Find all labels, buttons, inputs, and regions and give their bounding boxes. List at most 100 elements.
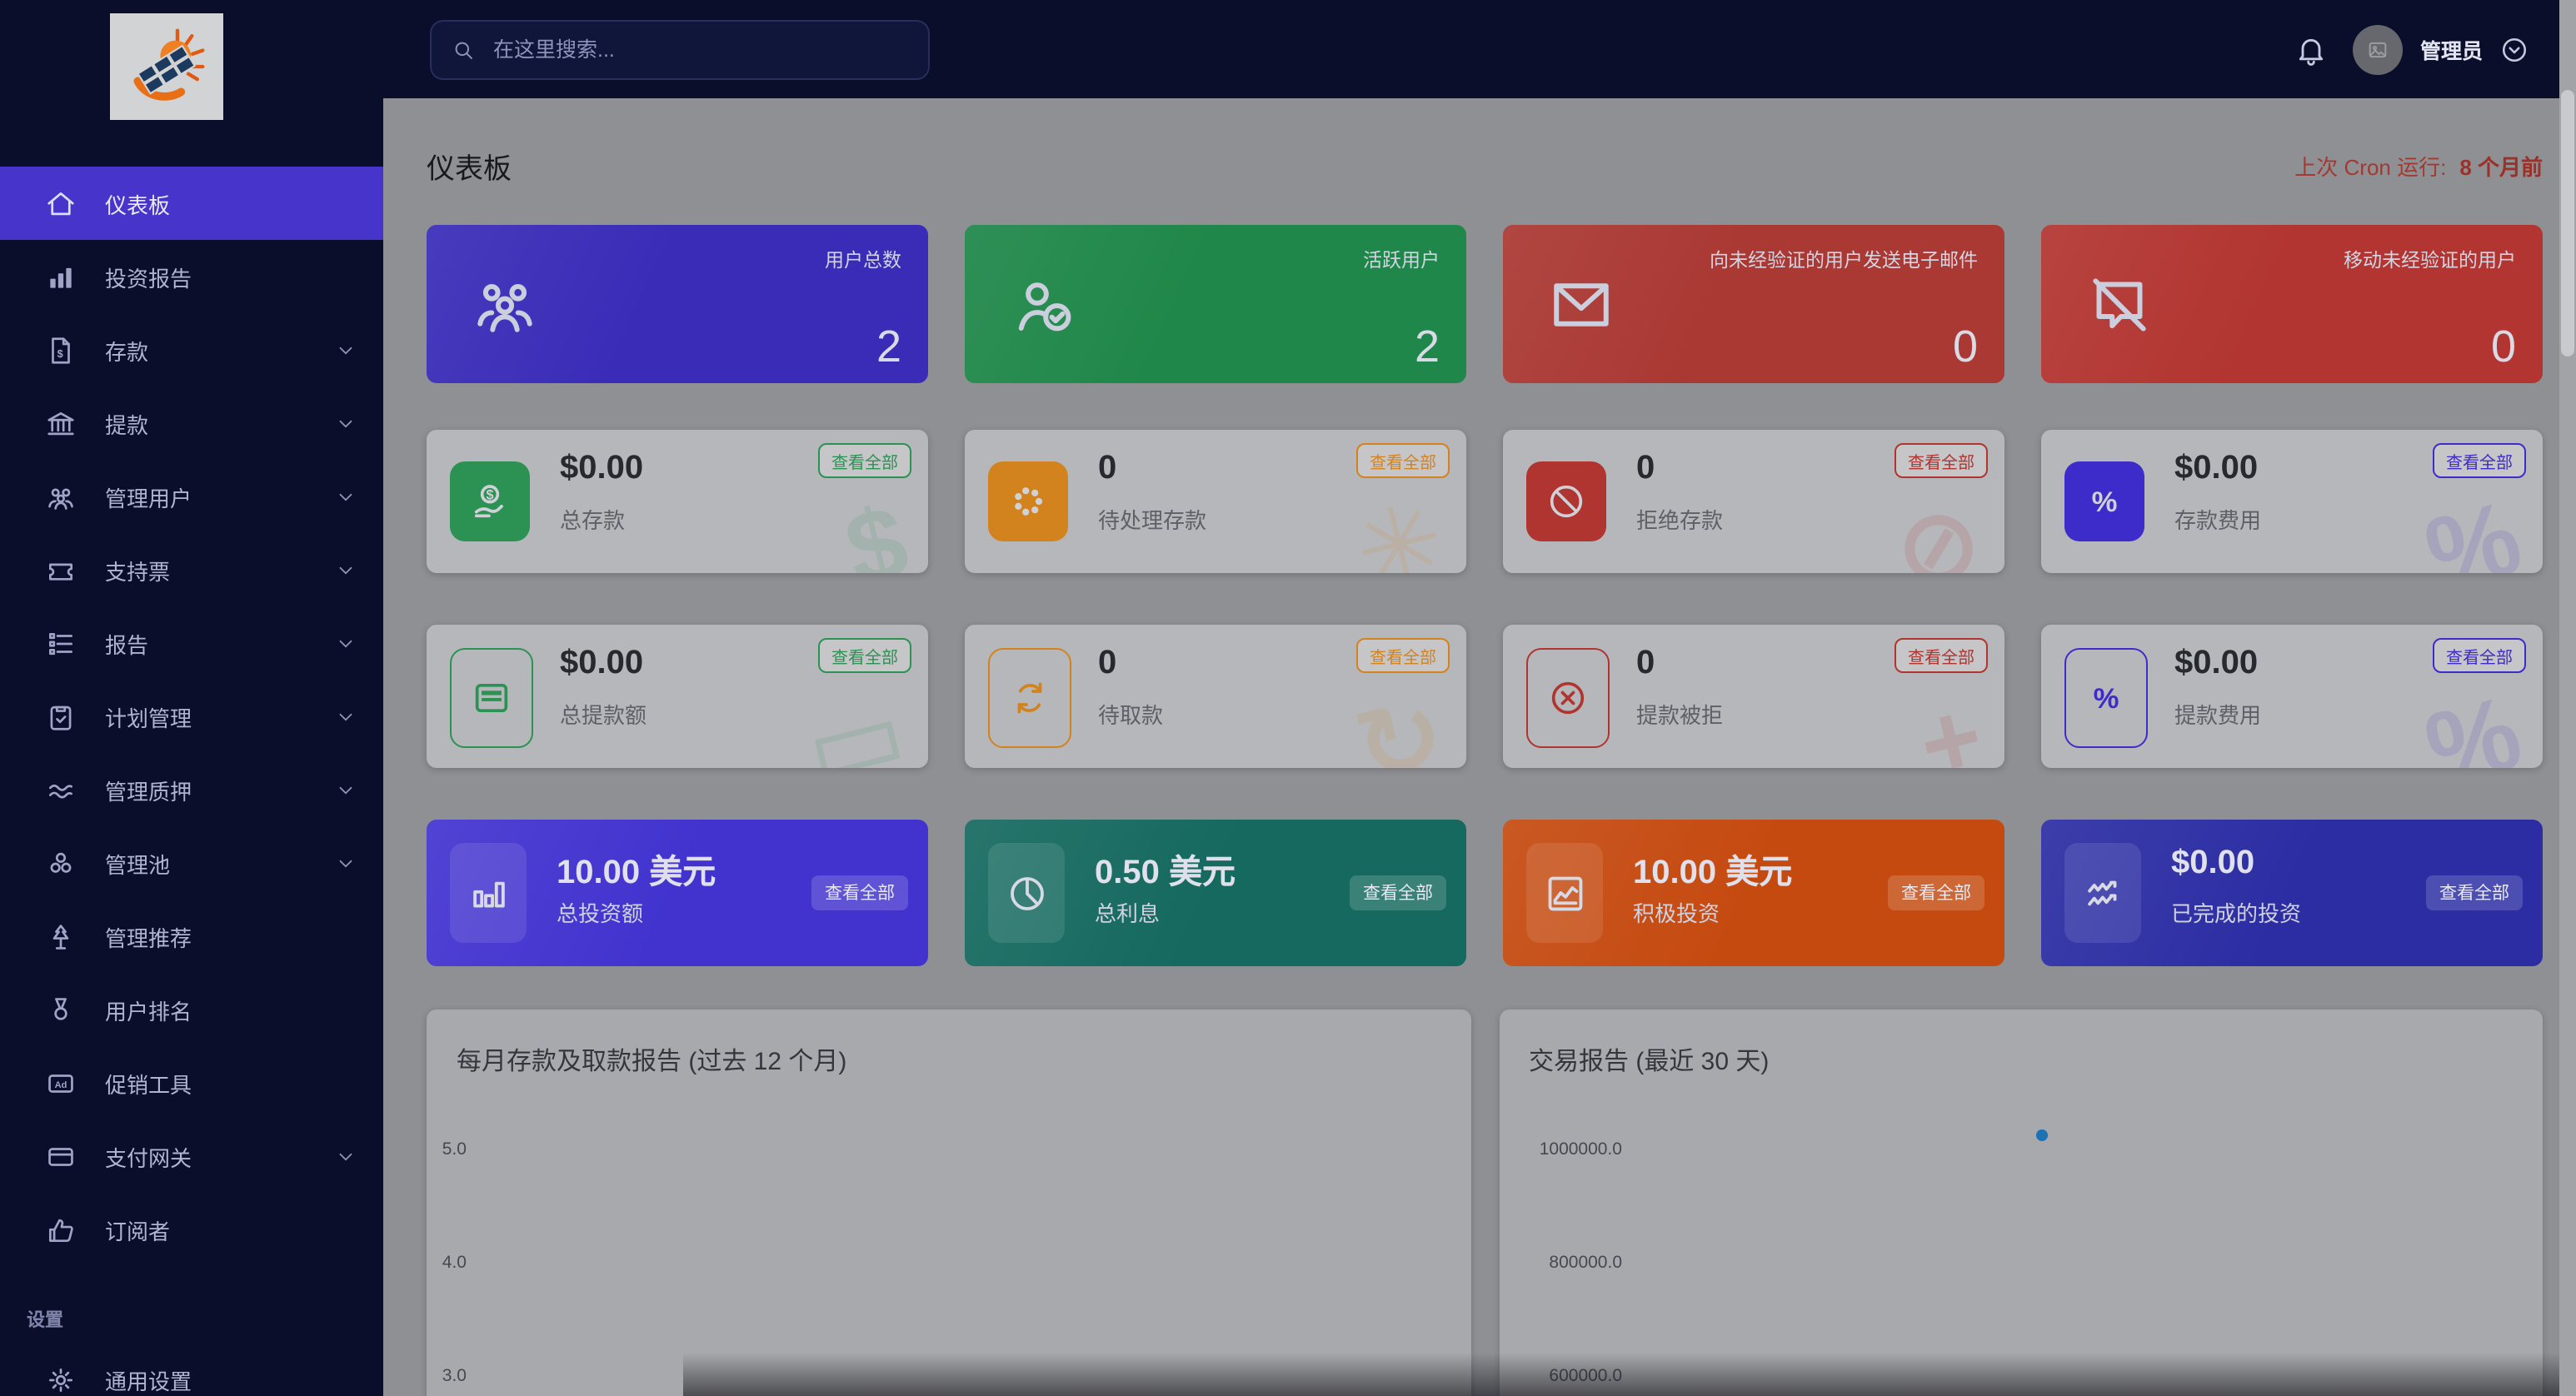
monthly-report-chart: 每月存款及取款报告 (过去 12 个月) 5.0 4.0 3.0 <box>427 1010 1470 1396</box>
chart-bar-icon <box>45 261 77 292</box>
stat-value: 0 <box>1953 322 1978 373</box>
spinner-dots-icon <box>988 461 1068 541</box>
card-email-unverified[interactable]: 向未经验证的用户发送电子邮件 0 <box>1503 225 2004 383</box>
view-all-badge[interactable]: 查看全部 <box>818 443 911 478</box>
users-icon <box>45 481 77 512</box>
chevron-down-icon <box>335 705 357 727</box>
sidebar-item-payment-gateways[interactable]: 支付网关 <box>0 1119 383 1193</box>
bell-icon[interactable] <box>2295 32 2329 66</box>
stat-value: $0.00 <box>560 450 643 488</box>
card-completed-investments[interactable]: $0.00 已完成的投资 查看全部 <box>2041 820 2543 966</box>
stat-label: 提款费用 <box>2174 698 2261 730</box>
card-total-withdrawn[interactable]: $0.00 总提款额 查看全部 ▭ <box>427 625 928 768</box>
card-pending-withdrawals[interactable]: 0 待取款 查看全部 ↻ <box>965 625 1466 768</box>
card-deposit-charge[interactable]: % $0.00 存款费用 查看全部 % <box>2041 430 2543 573</box>
user-menu[interactable]: 管理员 <box>2354 24 2529 74</box>
view-all-badge[interactable]: 查看全部 <box>818 638 911 673</box>
card-total-users[interactable]: 用户总数 2 <box>427 225 928 383</box>
view-all-badge[interactable]: 查看全部 <box>1895 638 1988 673</box>
stat-label: 总利息 <box>1095 896 1160 928</box>
card-total-interest[interactable]: 0.50 美元 总利息 查看全部 <box>965 820 1466 966</box>
stat-value: 0 <box>1636 645 1655 683</box>
view-all-badge[interactable]: 查看全部 <box>1356 638 1450 673</box>
circle-x-icon <box>1526 648 1610 748</box>
stat-label: 向未经验证的用户发送电子邮件 <box>1710 247 1978 273</box>
view-all-badge[interactable]: 查看全部 <box>811 875 908 910</box>
card-rejected-deposits[interactable]: 0 拒绝存款 查看全部 ⊘ <box>1503 430 2004 573</box>
sidebar-item-deposits[interactable]: $ 存款 <box>0 313 383 386</box>
page-title: 仪表板 <box>427 144 512 186</box>
sidebar-item-label: 支付网关 <box>105 1140 335 1172</box>
sidebar-item-general-settings[interactable]: 通用设置 <box>0 1343 383 1396</box>
view-all-badge[interactable]: 查看全部 <box>2433 443 2526 478</box>
svg-text:$: $ <box>57 347 63 359</box>
screen: 仪表板 投资报告 $ 存款 提款 管理用户 <box>0 0 2576 1396</box>
sidebar-item-support-tickets[interactable]: 支持票 <box>0 533 383 606</box>
view-all-badge[interactable]: 查看全部 <box>1888 875 1984 910</box>
chart-title: 每月存款及取款报告 (过去 12 个月) <box>457 1043 1440 1078</box>
sidebar-item-subscribers[interactable]: 订阅者 <box>0 1193 383 1266</box>
sidebar-item-manage-staking[interactable]: 管理质押 <box>0 753 383 826</box>
sidebar-item-reports[interactable]: 报告 <box>0 606 383 680</box>
view-all-badge[interactable]: 查看全部 <box>2433 638 2526 673</box>
avatar <box>2354 24 2404 74</box>
solar-logo-icon <box>123 23 210 110</box>
chevron-down-icon <box>335 486 357 507</box>
stat-label: 用户总数 <box>825 247 901 273</box>
medal-icon <box>45 994 77 1025</box>
card-active-users[interactable]: 活跃用户 2 <box>965 225 1466 383</box>
search-input[interactable] <box>490 36 908 62</box>
stat-value: 10.00 美元 <box>557 845 716 893</box>
page-scrollbar[interactable] <box>2559 0 2576 1396</box>
sidebar-item-promotion-tools[interactable]: Ad 促销工具 <box>0 1046 383 1119</box>
user-check-icon <box>1008 269 1078 339</box>
y-axis-tick: 800000.0 <box>1539 1253 1622 1273</box>
y-axis-tick: 3.0 <box>440 1366 467 1386</box>
card-rejected-withdrawals[interactable]: 0 提款被拒 查看全部 + <box>1503 625 2004 768</box>
scrollbar-thumb[interactable] <box>2561 90 2574 356</box>
file-dollar-icon: $ <box>45 334 77 366</box>
sidebar-item-manage-pools[interactable]: 管理池 <box>0 826 383 900</box>
watermark-glyph: ✳ <box>1343 476 1456 573</box>
topbar: 管理员 <box>383 0 2576 98</box>
stat-label: 提款被拒 <box>1636 698 1723 730</box>
percent-icon: % <box>2064 648 2148 748</box>
sidebar-item-manage-referrals[interactable]: 管理推荐 <box>0 900 383 973</box>
stat-value: $0.00 <box>2174 645 2258 683</box>
sidebar-item-dashboard[interactable]: 仪表板 <box>0 167 383 240</box>
stat-label: 存款费用 <box>2174 503 2261 535</box>
cron-value: 8 个月前 <box>2459 154 2543 179</box>
cron-status: 上次 Cron 运行:8 个月前 <box>2294 149 2543 181</box>
mail-icon <box>1546 269 1616 339</box>
sidebar-item-plan-management[interactable]: 计划管理 <box>0 680 383 753</box>
charts-row: 每月存款及取款报告 (过去 12 个月) 5.0 4.0 3.0 交易报告 (最… <box>427 1010 2543 1396</box>
chevron-down-icon <box>335 632 357 654</box>
view-all-badge[interactable]: 查看全部 <box>2426 875 2523 910</box>
card-total-deposited[interactable]: $ $0.00 总存款 查看全部 $ <box>427 430 928 573</box>
card-withdrawal-charge[interactable]: % $0.00 提款费用 查看全部 % <box>2041 625 2543 768</box>
image-placeholder-icon <box>2367 37 2390 61</box>
sidebar-item-investment-report[interactable]: 投资报告 <box>0 240 383 313</box>
watermark-glyph: % <box>2414 674 2532 768</box>
page-header: 仪表板 上次 Cron 运行:8 个月前 <box>427 148 2543 182</box>
watermark-glyph: + <box>1907 677 1994 768</box>
sidebar-item-user-ranking[interactable]: 用户排名 <box>0 973 383 1046</box>
stat-row-1: 用户总数 2 活跃用户 2 向未经验证的用户发送电子邮件 0 移动未经验证的用户… <box>427 225 2543 383</box>
gear-icon <box>45 1364 77 1395</box>
card-total-invested[interactable]: 10.00 美元 总投资额 查看全部 <box>427 820 928 966</box>
card-mobile-unverified[interactable]: 移动未经验证的用户 0 <box>2041 225 2543 383</box>
card-active-investments[interactable]: 10.00 美元 积极投资 查看全部 <box>1503 820 2004 966</box>
view-all-badge[interactable]: 查看全部 <box>1350 875 1446 910</box>
chevron-circle-icon <box>2499 34 2529 64</box>
sidebar-item-withdrawals[interactable]: 提款 <box>0 386 383 460</box>
y-axis-tick: 5.0 <box>440 1139 467 1159</box>
sidebar-item-label: 存款 <box>105 334 335 366</box>
sidebar-item-label: 管理池 <box>105 847 335 879</box>
card-pending-deposits[interactable]: 0 待处理存款 查看全部 ✳ <box>965 430 1466 573</box>
sidebar-item-label: 管理质押 <box>105 774 335 805</box>
trending-waves-icon <box>2064 843 2141 943</box>
view-all-badge[interactable]: 查看全部 <box>1356 443 1450 478</box>
sidebar-item-manage-users[interactable]: 管理用户 <box>0 460 383 533</box>
view-all-badge[interactable]: 查看全部 <box>1895 443 1988 478</box>
brand-logo[interactable] <box>110 13 223 120</box>
